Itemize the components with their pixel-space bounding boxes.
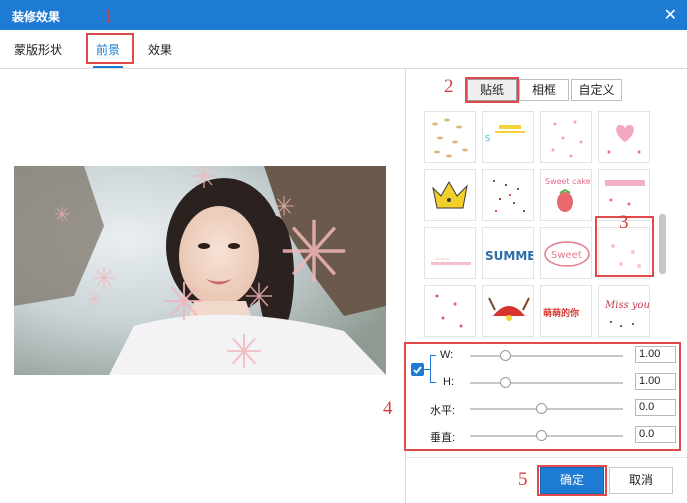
annotation-3: 3 (619, 212, 629, 233)
ratio-bracket (430, 355, 431, 383)
w-label: W: (440, 349, 454, 361)
sticker-scrollbar[interactable] (659, 111, 666, 335)
horizontal-value-input[interactable]: 0.0 (635, 399, 676, 416)
ratio-bracket-bottom (430, 382, 436, 383)
sticker-antlers[interactable] (482, 285, 534, 337)
sticker-cute-label: 萌萌的你 (543, 307, 579, 319)
h-slider-track[interactable] (470, 382, 623, 384)
annotation-2: 2 (444, 76, 454, 97)
sticker-pink-dots[interactable] (540, 111, 592, 163)
horizontal-label: 水平: (430, 405, 456, 417)
sticker-leaves[interactable] (424, 111, 476, 163)
close-icon[interactable]: ✕ (664, 5, 677, 25)
window-title: 装修效果 (12, 10, 61, 24)
tab-effect[interactable]: 效果 (148, 41, 172, 58)
footer-divider (406, 457, 687, 458)
sticker-sweet-label: Sweet (551, 250, 582, 261)
sticker-miss-you[interactable]: Miss you (598, 285, 650, 337)
w-value-input[interactable]: 1.00 (635, 346, 676, 363)
annotation-5: 5 (518, 469, 528, 490)
tab-frame[interactable]: 相框 (519, 79, 569, 101)
h-value-input[interactable]: 1.00 (635, 373, 676, 390)
tab-mask-shape[interactable]: 蒙版形状 (14, 41, 62, 58)
sticker-sweet[interactable]: Sweet (540, 227, 592, 279)
annotation-4: 4 (383, 398, 393, 419)
sticker-pink-heart[interactable] (598, 111, 650, 163)
sticker-scrollbar-thumb[interactable] (659, 214, 666, 274)
annotation-box-1 (86, 33, 134, 64)
ratio-bracket-top (430, 355, 436, 356)
sticker-summer[interactable]: SUMMER (482, 227, 534, 279)
preview-photo (14, 166, 386, 375)
svg-text:~~~: ~~~ (435, 256, 450, 263)
sticker-red-dots[interactable] (424, 285, 476, 337)
vertical-label: 垂直: (430, 432, 456, 444)
annotation-1: 1 (104, 6, 114, 27)
sticker-sweet-cake[interactable]: Sweet cake (540, 169, 592, 221)
sticker-cute-text[interactable]: 萌萌的你 (540, 285, 592, 337)
sticker-yellow-text[interactable]: S (482, 111, 534, 163)
svg-text:S: S (485, 134, 490, 143)
h-slider-knob[interactable] (499, 377, 511, 388)
sticker-sweet-cake-label: Sweet cake (545, 177, 591, 186)
tab-custom[interactable]: 自定义 (571, 79, 622, 101)
keep-ratio-checkbox[interactable] (411, 363, 424, 376)
sticker-summer-label: SUMMER (485, 249, 534, 263)
h-label: H: (443, 376, 454, 388)
ratio-bracket-link (424, 369, 430, 370)
sticker-miss-you-label: Miss you (604, 300, 650, 311)
sticker-ribbon[interactable]: ~~~ (424, 227, 476, 279)
active-tab-underline (93, 66, 123, 68)
w-slider-track[interactable] (470, 355, 623, 357)
cancel-button[interactable]: 取消 (609, 467, 673, 494)
annotation-box-2 (465, 77, 519, 103)
w-slider-knob[interactable] (499, 350, 511, 361)
annotation-box-5 (537, 465, 607, 496)
sticker-crown[interactable] (424, 169, 476, 221)
vertical-value-input[interactable]: 0.0 (635, 426, 676, 443)
sticker-confetti[interactable] (482, 169, 534, 221)
